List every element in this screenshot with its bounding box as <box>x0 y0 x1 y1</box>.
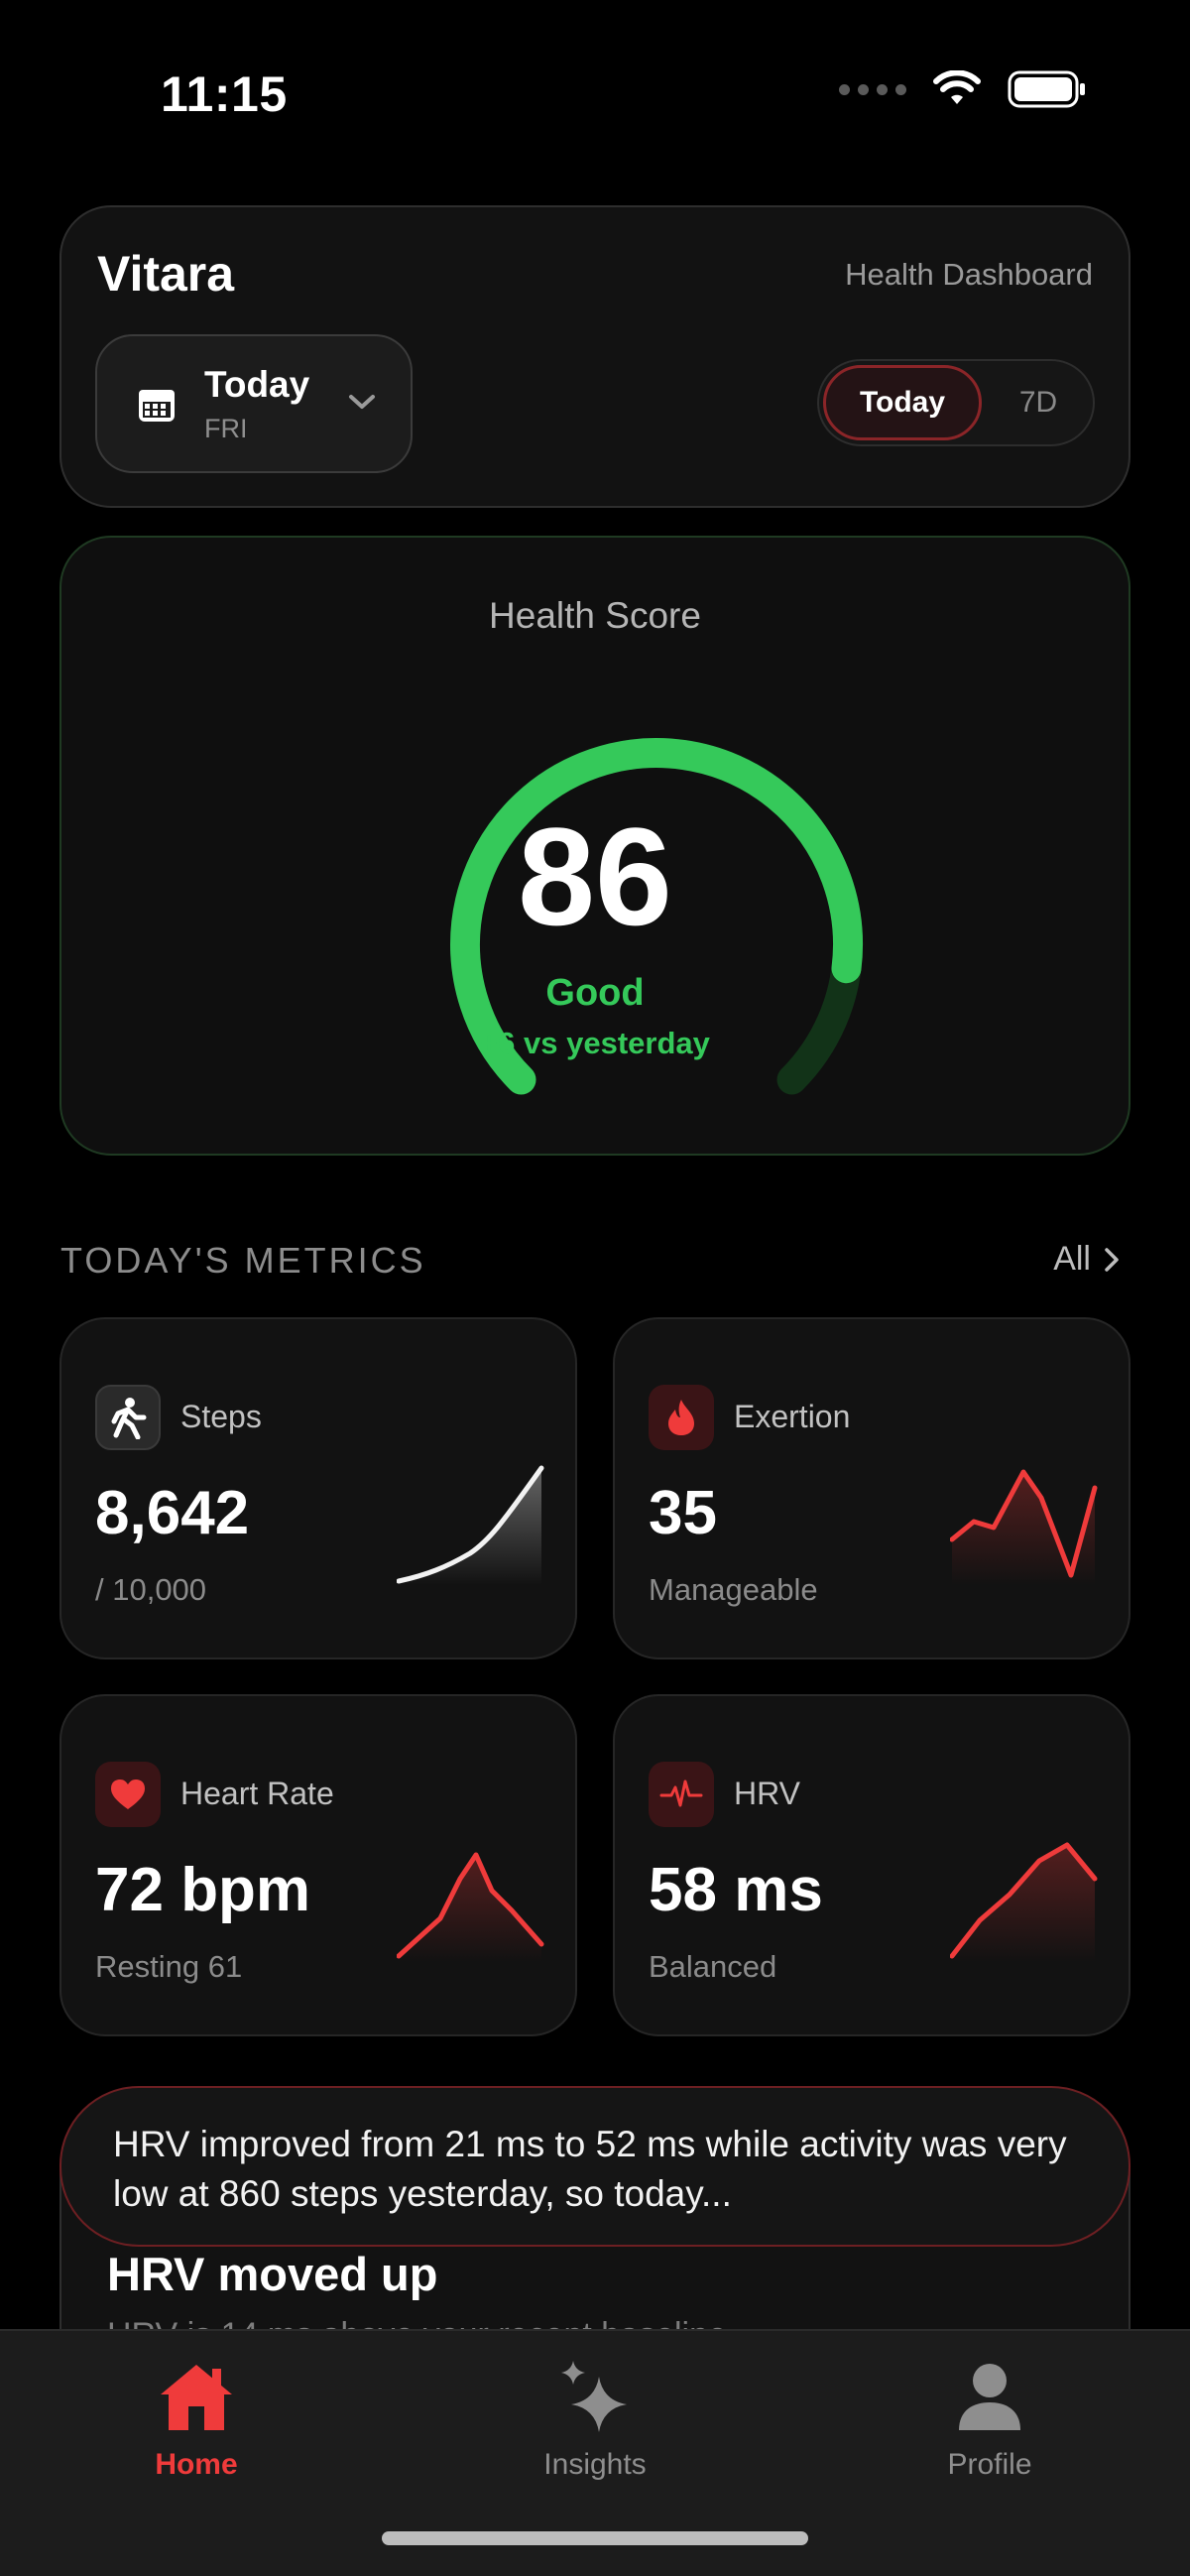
metric-subtext: Resting 61 <box>95 1949 243 1984</box>
metric-card-steps[interactable]: Steps 8,642 / 10,000 <box>60 1317 577 1659</box>
walking-person-icon <box>95 1385 161 1450</box>
tab-label: Profile <box>947 2448 1032 2481</box>
person-icon <box>959 2364 1020 2430</box>
metric-value: 72 bpm <box>95 1856 311 1924</box>
range-option-today[interactable]: Today <box>823 365 982 440</box>
metric-subtext: Manageable <box>649 1572 818 1607</box>
tab-profile[interactable]: Profile <box>881 2349 1099 2508</box>
range-option-7d[interactable]: 7D <box>994 365 1083 440</box>
header-card: Vitara Health Dashboard Today FRI Today … <box>60 205 1130 508</box>
insight-heading: HRV moved up <box>107 2248 438 2300</box>
insight-summary-banner[interactable]: HRV improved from 21 ms to 52 ms while a… <box>60 2086 1130 2247</box>
range-toggle: Today 7D <box>817 359 1095 446</box>
heart-icon <box>95 1762 161 1827</box>
heart-rate-sparkline <box>397 1852 544 1962</box>
metric-card-hrv[interactable]: HRV 58 ms Balanced <box>613 1694 1130 2036</box>
metric-subtext: / 10,000 <box>95 1572 207 1607</box>
home-indicator <box>382 2531 808 2545</box>
wifi-icon <box>933 70 981 104</box>
sparkles-icon <box>561 2361 627 2432</box>
metrics-all-link[interactable]: All <box>1053 1240 1121 1279</box>
status-time: 11:15 <box>161 66 288 122</box>
pulse-icon <box>649 1762 714 1827</box>
metric-name: Heart Rate <box>180 1776 334 1811</box>
metric-card-exertion[interactable]: Exertion 35 Manageable <box>613 1317 1130 1659</box>
flame-icon <box>649 1385 714 1450</box>
hrv-sparkline <box>950 1842 1098 1962</box>
health-score-label: Good <box>545 972 645 1014</box>
metric-name: Exertion <box>734 1399 851 1434</box>
chevron-down-icon <box>349 395 375 409</box>
metric-subtext: Balanced <box>649 1949 777 1984</box>
health-score-card[interactable]: Health Score 86 Good +6 vs yesterday <box>60 536 1130 1156</box>
cellular-signal-icon <box>839 83 906 95</box>
steps-sparkline <box>397 1465 544 1585</box>
date-picker-weekday: FRI <box>204 414 248 443</box>
insight-summary-text: HRV improved from 21 ms to 52 ms while a… <box>113 2124 1067 2214</box>
status-bar: 11:15 <box>0 0 1190 198</box>
metric-value: 8,642 <box>95 1479 250 1547</box>
metric-name: Steps <box>180 1399 262 1434</box>
tab-label: Insights <box>543 2448 647 2481</box>
metric-card-heart-rate[interactable]: Heart Rate 72 bpm Resting 61 <box>60 1694 577 2036</box>
metrics-section-title: TODAY'S METRICS <box>60 1240 426 1281</box>
health-score-delta: +6 vs yesterday <box>480 1026 710 1060</box>
battery-icon <box>1008 70 1085 108</box>
house-icon <box>161 2365 232 2430</box>
exertion-sparkline <box>950 1469 1098 1585</box>
metrics-all-label: All <box>1053 1240 1091 1278</box>
tab-home[interactable]: Home <box>87 2349 305 2508</box>
health-score-value: 86 <box>518 798 672 954</box>
status-icons <box>839 69 1087 109</box>
calendar-icon <box>139 390 175 422</box>
app-title: Vitara <box>97 246 235 302</box>
date-picker-button[interactable]: Today FRI <box>95 334 413 473</box>
chevron-right-icon <box>1105 1247 1119 1272</box>
tab-insights[interactable]: Insights <box>486 2349 704 2508</box>
metric-name: HRV <box>734 1776 800 1811</box>
tab-label: Home <box>155 2448 238 2481</box>
date-picker-label: Today <box>204 364 310 405</box>
health-score-title: Health Score <box>489 595 701 636</box>
metric-value: 35 <box>649 1479 717 1547</box>
header-subtitle: Health Dashboard <box>845 257 1093 292</box>
metric-value: 58 ms <box>649 1856 823 1924</box>
